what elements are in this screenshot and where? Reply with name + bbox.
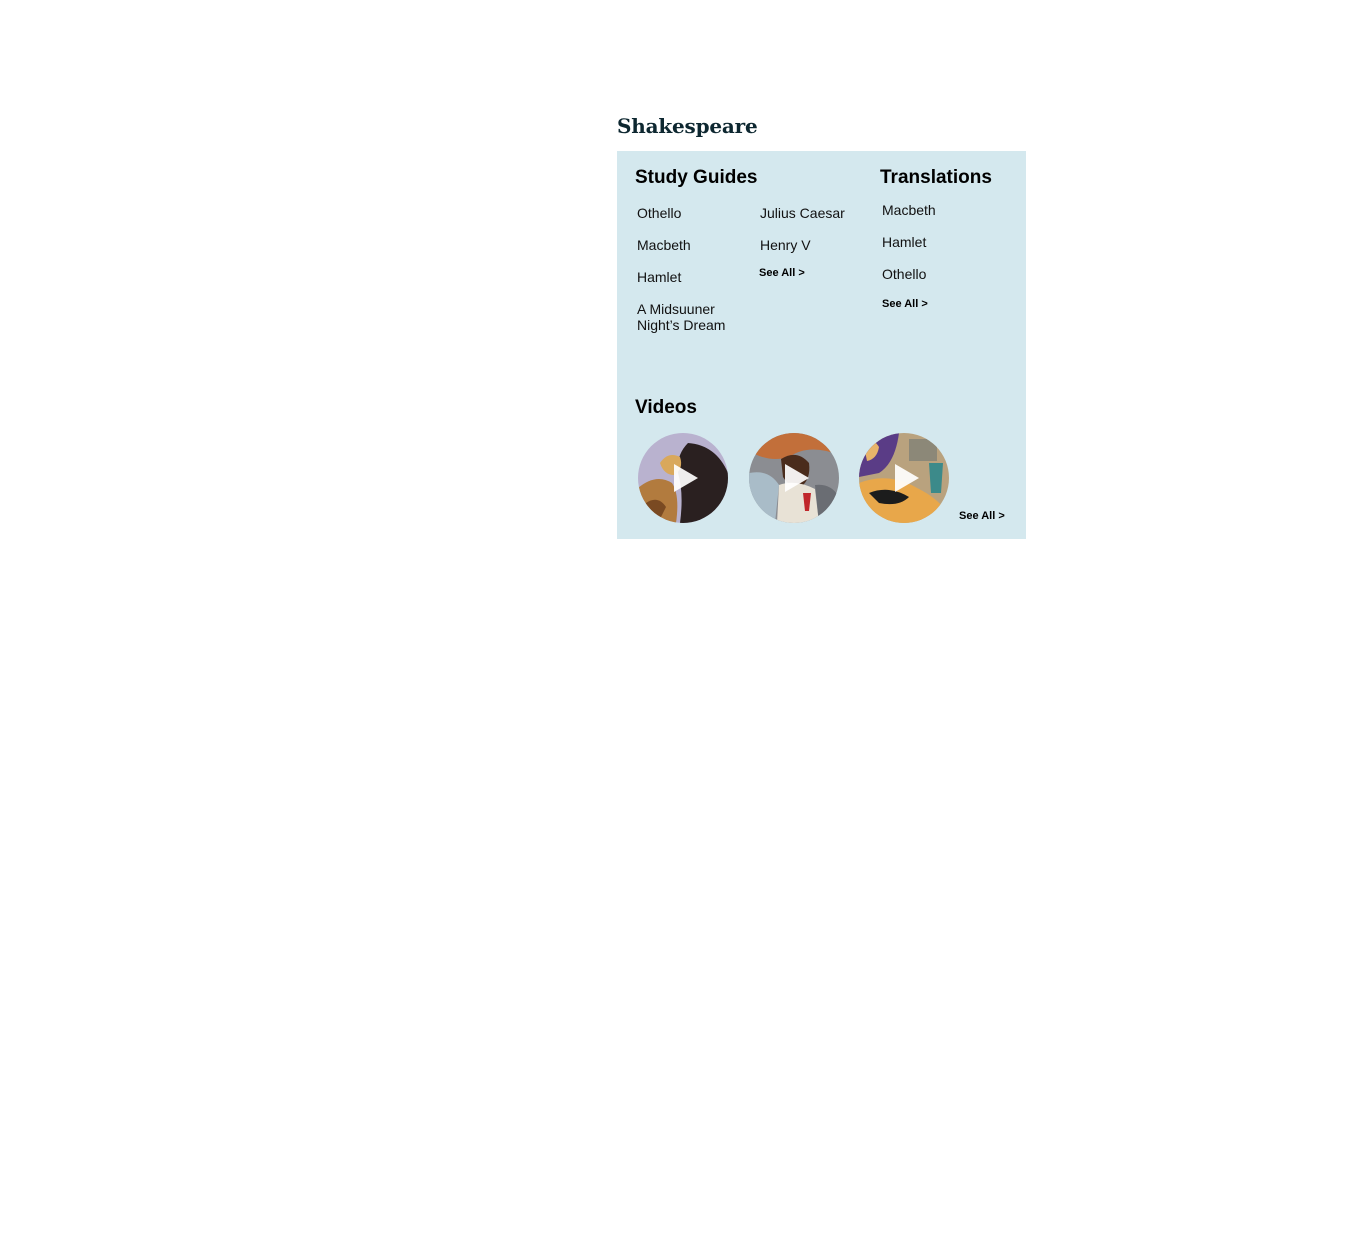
play-icon [674, 464, 698, 492]
study-guide-link-othello[interactable]: Othello [637, 205, 681, 221]
study-guide-link-hamlet[interactable]: Hamlet [637, 269, 681, 285]
translation-link-othello[interactable]: Othello [882, 266, 926, 282]
shakespeare-panel: Study Guides Othello Macbeth Hamlet A Mi… [617, 151, 1026, 539]
study-guide-link-henry-v[interactable]: Henry V [760, 237, 811, 253]
video-thumbnail-1[interactable] [638, 433, 728, 523]
study-guide-link-midsummer[interactable]: A Midsuuner Night’s Dream [637, 301, 747, 333]
translation-link-macbeth[interactable]: Macbeth [882, 202, 936, 218]
study-guide-link-macbeth[interactable]: Macbeth [637, 237, 691, 253]
play-icon [785, 464, 809, 492]
play-icon [895, 464, 919, 492]
study-guides-see-all-link[interactable]: See All > [759, 267, 805, 279]
videos-heading: Videos [635, 397, 697, 418]
study-guide-link-julius-caesar[interactable]: Julius Caesar [760, 205, 845, 221]
video-thumbnail-3[interactable] [859, 433, 949, 523]
study-guides-heading: Study Guides [635, 167, 758, 188]
videos-see-all-link[interactable]: See All > [959, 510, 1005, 522]
translations-heading: Translations [880, 167, 992, 188]
translation-link-hamlet[interactable]: Hamlet [882, 234, 926, 250]
video-thumbnail-2[interactable] [749, 433, 839, 523]
section-title: Shakespeare [617, 114, 758, 138]
translations-see-all-link[interactable]: See All > [882, 298, 928, 310]
